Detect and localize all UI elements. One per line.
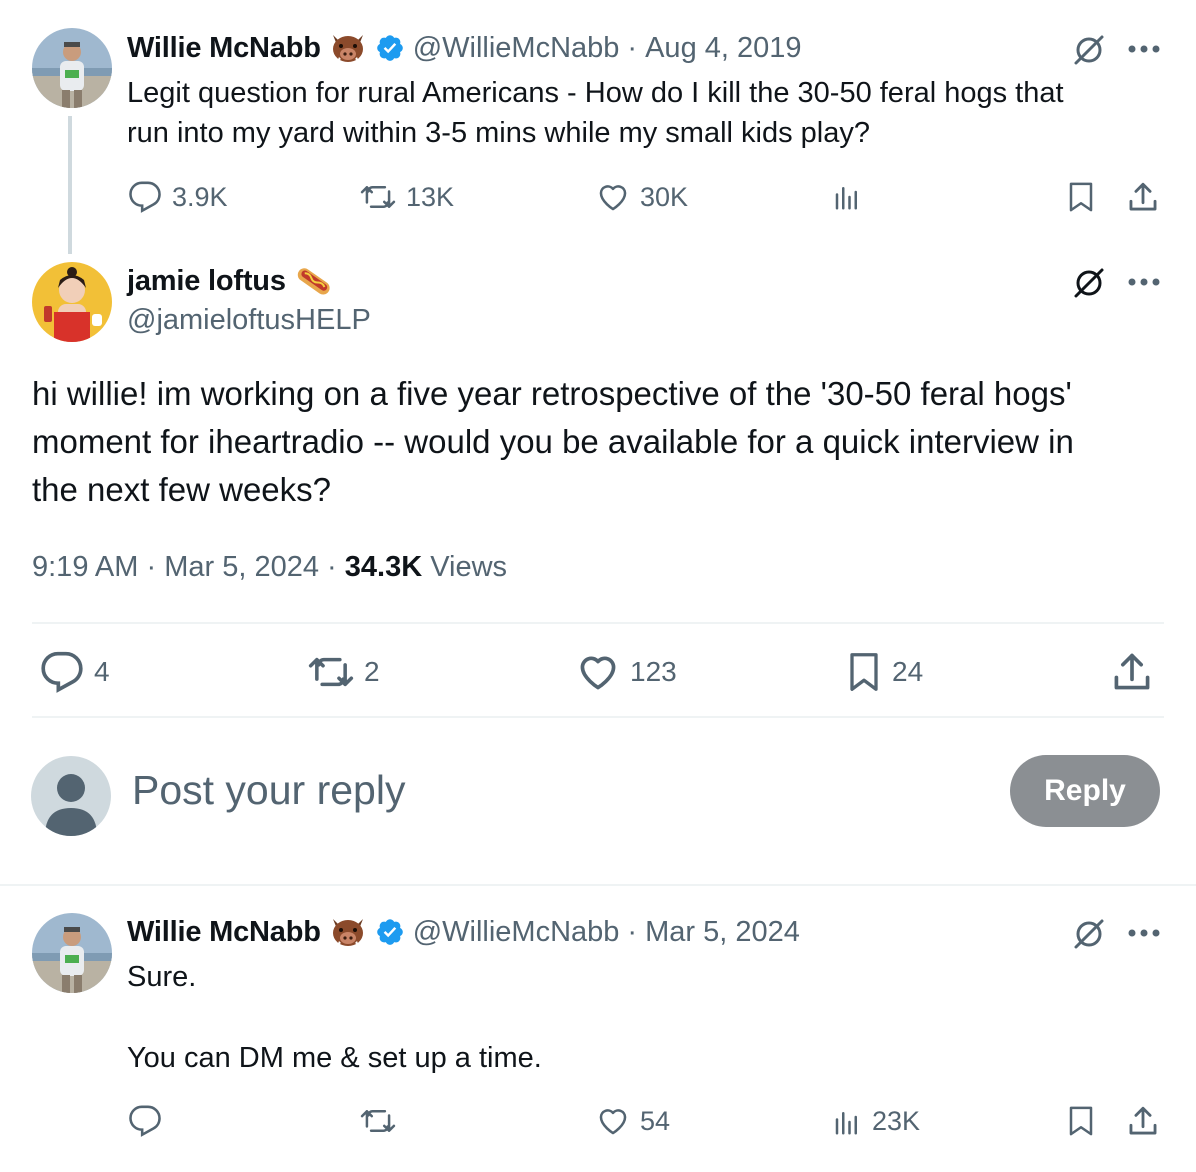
views-action[interactable]: 23K [832, 1106, 920, 1137]
author-handle[interactable]: @jamieloftusHELP [127, 304, 371, 337]
tweet-text-line: Sure. [127, 961, 197, 993]
more-options-icon[interactable] [1128, 929, 1160, 937]
separator-dot: · [327, 551, 337, 583]
tweet-text-line: the next few weeks? [32, 471, 331, 508]
separator-dot: · [627, 915, 638, 948]
tweet-date[interactable]: Mar 5, 2024 [164, 551, 319, 583]
hotdog-icon [294, 264, 334, 298]
reply-icon [128, 180, 162, 214]
like-action[interactable]: 30K [596, 180, 688, 214]
views-count: 23K [872, 1106, 921, 1136]
verified-badge-icon [375, 33, 405, 63]
tweet-time[interactable]: 9:19 AM [32, 551, 138, 583]
like-action[interactable]: 54 [596, 1104, 670, 1138]
section-separator [0, 884, 1196, 886]
views-icon[interactable] [832, 182, 862, 212]
reply-icon [40, 650, 84, 694]
grok-icon[interactable] [1072, 33, 1106, 67]
reply-icon[interactable] [128, 1104, 162, 1138]
avatar[interactable] [32, 262, 112, 342]
repost-icon[interactable] [360, 1104, 396, 1138]
repost-count: 2 [364, 656, 380, 687]
bookmark-count: 24 [892, 656, 924, 687]
share-icon[interactable] [1126, 1104, 1160, 1138]
author-handle[interactable]: @WillieMcNabb [413, 32, 620, 65]
reply-action[interactable]: 4 [40, 650, 110, 694]
divider [32, 622, 1164, 624]
boar-face-icon [329, 31, 367, 65]
author-name[interactable]: Willie McNabb [127, 916, 321, 949]
reply-count: 4 [94, 656, 110, 687]
like-action[interactable]: 123 [576, 650, 677, 694]
repost-action[interactable]: 2 [308, 650, 380, 694]
share-icon[interactable] [1126, 180, 1160, 214]
thread-connector-line [68, 116, 72, 254]
reply-action[interactable]: 3.9K [128, 180, 228, 214]
tweet-text-line: Legit question for rural Americans - How… [127, 77, 1064, 109]
avatar[interactable] [32, 913, 112, 993]
verified-badge-icon [375, 917, 405, 947]
heart-icon [596, 180, 630, 214]
divider [32, 716, 1164, 718]
views-label: Views [430, 551, 508, 583]
tweet-date[interactable]: Mar 5, 2024 [645, 916, 800, 949]
author-name[interactable]: Willie McNabb [127, 32, 321, 65]
more-options-icon[interactable] [1128, 278, 1160, 286]
tweet-text: Legit question for rural Americans - How… [127, 73, 1064, 153]
views-count: 34.3K [344, 551, 423, 583]
bookmark-icon [846, 650, 882, 694]
views-icon [832, 1107, 862, 1137]
tweet-date[interactable]: Aug 4, 2019 [645, 32, 801, 65]
author-handle[interactable]: @WillieMcNabb [413, 916, 620, 949]
bookmark-icon[interactable] [1066, 1104, 1096, 1138]
avatar[interactable] [32, 28, 112, 108]
heart-icon [596, 1104, 630, 1138]
separator-dot: · [627, 31, 638, 64]
repost-count: 13K [406, 181, 455, 212]
separator-dot: · [146, 551, 157, 583]
tweet-text-line: hi willie! im working on a five year ret… [32, 375, 1072, 412]
bookmark-icon[interactable] [1066, 180, 1096, 214]
repost-icon [308, 650, 354, 694]
grok-icon[interactable] [1072, 266, 1106, 300]
share-icon[interactable] [1110, 650, 1154, 694]
boar-face-icon [329, 915, 367, 949]
tweet-text: hi willie! im working on a five year ret… [32, 370, 1074, 514]
reply-count: 3.9K [172, 181, 228, 212]
tweet-text-line: You can DM me & set up a time. [127, 1042, 542, 1074]
tweet-text-line: moment for iheartradio -- would you be a… [32, 423, 1074, 460]
tweet-timestamp: 9:19 AM · Mar 5, 2024 · 34.3K Views [32, 551, 507, 584]
user-avatar-placeholder [31, 756, 111, 836]
grok-icon[interactable] [1072, 917, 1106, 951]
more-options-icon[interactable] [1128, 45, 1160, 53]
reply-input[interactable]: Post your reply [132, 767, 972, 814]
like-count: 123 [630, 656, 677, 687]
bookmark-action[interactable]: 24 [846, 650, 923, 694]
like-count: 54 [640, 1105, 671, 1136]
author-name[interactable]: jamie loftus [127, 265, 286, 298]
repost-action[interactable]: 13K [360, 180, 454, 214]
reply-button[interactable]: Reply [1010, 755, 1160, 827]
like-count: 30K [640, 181, 689, 212]
tweet-text-line: run into my yard within 3-5 mins while m… [127, 117, 870, 149]
heart-icon [576, 650, 620, 694]
repost-icon [360, 180, 396, 214]
